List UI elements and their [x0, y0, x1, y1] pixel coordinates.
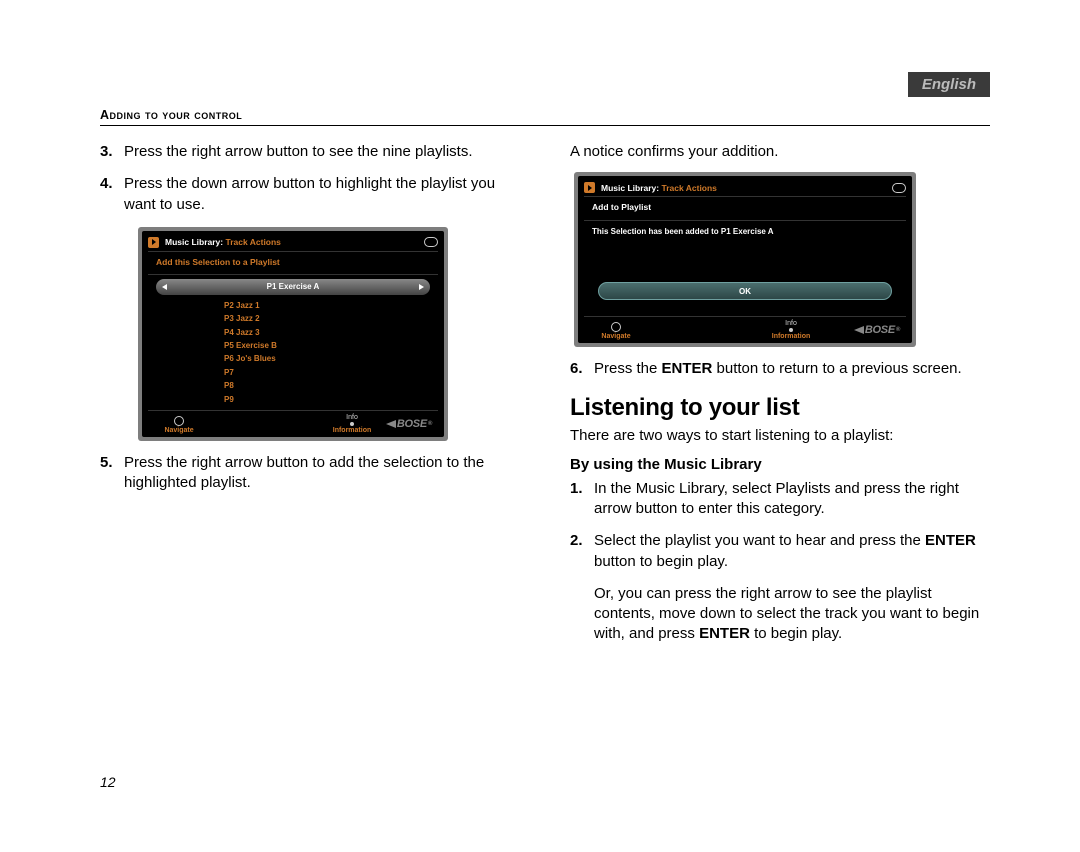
listen-step-2: 2. Select the playlist you want to hear … — [570, 531, 990, 572]
steps-list-listening: 1. In the Music Library, select Playlist… — [570, 479, 990, 572]
playlist-selected-label: P1 Exercise A — [267, 282, 320, 291]
step-number: 3. — [100, 142, 124, 162]
screen-subhead: Add this Selection to a Playlist — [148, 257, 438, 272]
playlist-item[interactable]: P6 Jo's Blues — [148, 352, 438, 365]
step-6: 6. Press the ENTER button to return to a… — [570, 359, 990, 379]
screen-breadcrumb: Music Library: Track Actions — [601, 183, 717, 193]
navigate-icon — [174, 416, 184, 426]
step-4: 4. Press the down arrow button to highli… — [100, 174, 520, 215]
two-column-layout: 3. Press the right arrow button to see t… — [100, 142, 990, 651]
confirmation-text: This Selection has been added to P1 Exer… — [584, 225, 906, 276]
step-text: In the Music Library, select Playlists a… — [594, 479, 990, 520]
step-5: 5. Press the right arrow button to add t… — [100, 453, 520, 494]
step-text: Press the right arrow button to see the … — [124, 142, 520, 162]
steps-list-right: 6. Press the ENTER button to return to a… — [570, 359, 990, 379]
step-number: 4. — [100, 174, 124, 215]
footer-navigate: Navigate — [586, 322, 646, 340]
device-screen-confirmation: Music Library: Track Actions Add to Play… — [574, 172, 916, 347]
play-icon — [148, 237, 159, 248]
steps-list-left-cont: 5. Press the right arrow button to add t… — [100, 453, 520, 494]
chevron-left-icon — [162, 284, 167, 290]
intro-text: There are two ways to start listening to… — [570, 426, 990, 446]
manual-page: English Adding to your control 3. Press … — [0, 0, 1080, 852]
footer-information: Info Information — [318, 414, 386, 434]
step-text: Press the down arrow button to highlight… — [124, 174, 520, 215]
language-tab: English — [908, 72, 990, 97]
dot-icon — [789, 328, 793, 332]
repeat-icon — [424, 237, 438, 247]
play-icon — [584, 182, 595, 193]
playlist-item[interactable]: P4 Jazz 3 — [148, 326, 438, 339]
screen-subhead: Add to Playlist — [584, 202, 906, 218]
bose-logo: BOSE® — [386, 418, 436, 430]
bose-logo: BOSE® — [854, 324, 904, 336]
playlist-item[interactable]: P2 Jazz 1 — [148, 299, 438, 312]
listen-step-1: 1. In the Music Library, select Playlist… — [570, 479, 990, 520]
step-number: 2. — [570, 531, 594, 572]
chevron-right-icon — [419, 284, 424, 290]
or-paragraph: Or, you can press the right arrow to see… — [594, 584, 990, 645]
heading-listening: Listening to your list — [570, 394, 990, 422]
navigate-icon — [611, 322, 621, 332]
right-column: A notice confirms your addition. Music L… — [570, 142, 990, 651]
left-column: 3. Press the right arrow button to see t… — [100, 142, 520, 651]
repeat-icon — [892, 183, 906, 193]
screen-breadcrumb: Music Library: Track Actions — [165, 237, 281, 247]
step-number: 1. — [570, 479, 594, 520]
playlist-item[interactable]: P7 — [148, 366, 438, 379]
playlist-item[interactable]: P5 Exercise B — [148, 339, 438, 352]
footer-navigate: Navigate — [150, 416, 208, 434]
step-text: Press the ENTER button to return to a pr… — [594, 359, 990, 379]
playlist-item[interactable]: P9 — [148, 392, 438, 405]
step-number: 6. — [570, 359, 594, 379]
playlist-item[interactable]: P8 — [148, 379, 438, 392]
ok-button[interactable]: OK — [598, 282, 892, 300]
playlist-item[interactable]: P3 Jazz 2 — [148, 312, 438, 325]
section-header: Adding to your control — [100, 108, 990, 126]
page-number: 12 — [100, 774, 116, 790]
step-text: Select the playlist you want to hear and… — [594, 531, 990, 572]
subheading-music-library: By using the Music Library — [570, 456, 990, 473]
device-screen-playlist-select: Music Library: Track Actions Add this Se… — [138, 227, 448, 441]
steps-list-left: 3. Press the right arrow button to see t… — [100, 142, 520, 215]
footer-information: Info Information — [756, 320, 826, 340]
step-number: 5. — [100, 453, 124, 494]
step-text: Press the right arrow button to add the … — [124, 453, 520, 494]
notice-line: A notice confirms your addition. — [570, 142, 990, 162]
step-3: 3. Press the right arrow button to see t… — [100, 142, 520, 162]
playlist-selected-row[interactable]: P1 Exercise A — [156, 279, 430, 295]
dot-icon — [350, 422, 354, 426]
